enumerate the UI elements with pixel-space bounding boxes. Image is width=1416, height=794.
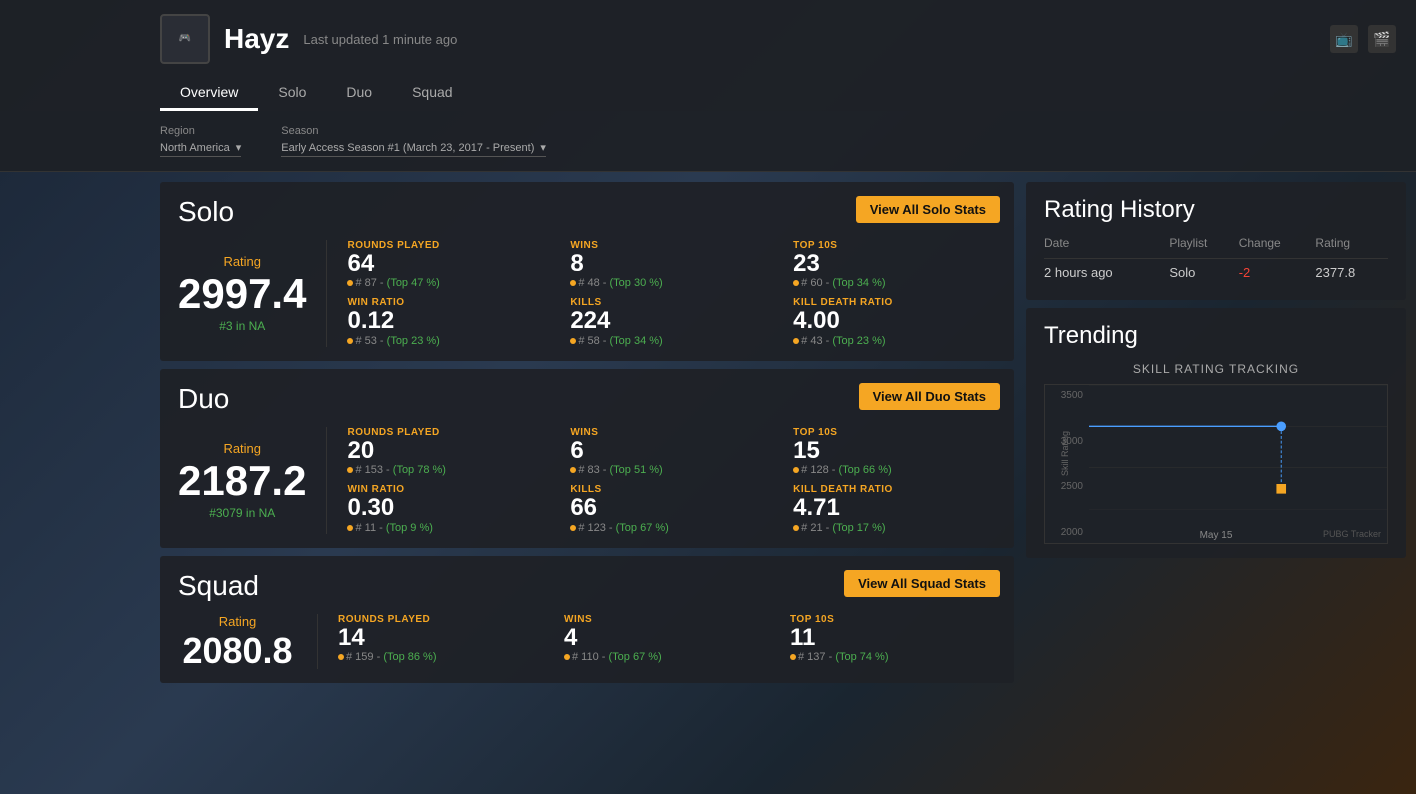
rating-history-panel: Rating History Date Playlist Change Rati… — [1026, 182, 1406, 300]
squad-stat-top10: TOP 10S 11 # 137 - (Top 74 %) — [790, 614, 996, 669]
filters-bar: Region North America ▾ Season Early Acce… — [0, 111, 1416, 172]
header-top: 🎮 Hayz Last updated 1 minute ago 📺 🎬 — [160, 14, 1396, 64]
username: Hayz — [224, 23, 289, 55]
chart-title: SKILL RATING TRACKING — [1044, 362, 1388, 376]
last-updated: Last updated 1 minute ago — [303, 32, 457, 47]
chart-svg — [1089, 385, 1387, 510]
solo-rating-block: Rating 2997.4 #3 in NA — [178, 240, 327, 347]
right-panel: Rating History Date Playlist Change Rati… — [1026, 182, 1406, 784]
season-value: Early Access Season #1 (March 23, 2017 -… — [281, 142, 534, 154]
duo-stat-rounds: ROUNDS PLAYED 20 # 153 - (Top 78 %) — [347, 427, 550, 476]
header-icons: 📺 🎬 — [1330, 25, 1396, 53]
avatar: 🎮 — [160, 14, 210, 64]
duo-rating-label: Rating — [223, 441, 261, 456]
tab-duo[interactable]: Duo — [326, 76, 392, 111]
squad-rating-block: Rating 2080.8 — [178, 614, 318, 669]
squad-rating-value: 2080.8 — [182, 633, 292, 669]
solo-rating-label: Rating — [223, 254, 261, 269]
header: 🎮 Hayz Last updated 1 minute ago 📺 🎬 Ove… — [0, 0, 1416, 111]
solo-stat-top10: TOP 10S 23 # 60 - (Top 34 %) — [793, 240, 996, 289]
duo-stat-wins: WINS 6 # 83 - (Top 51 %) — [570, 427, 773, 476]
twitch-icon[interactable]: 📺 — [1330, 25, 1358, 53]
solo-stat-kills: KILLS 224 # 58 - (Top 34 %) — [570, 297, 773, 346]
season-select[interactable]: Early Access Season #1 (March 23, 2017 -… — [281, 141, 546, 157]
squad-stats-pairs: ROUNDS PLAYED 14 # 159 - (Top 86 %) WINS… — [338, 614, 996, 669]
duo-rating-rank: #3079 in NA — [209, 506, 275, 520]
col-rating: Rating — [1315, 236, 1388, 259]
rating-history-table: Date Playlist Change Rating 2 hours ago … — [1044, 236, 1388, 286]
chart-x-label: May 15 — [1200, 530, 1233, 541]
solo-stat-winratio: WIN RATIO 0.12 # 53 - (Top 23 %) — [347, 297, 550, 346]
squad-stats-grid: Rating 2080.8 ROUNDS PLAYED 14 # 159 - (… — [178, 614, 996, 669]
y-axis-label-wrap: Skill Rating — [1055, 385, 1075, 523]
solo-stat-wins: WINS 8 # 48 - (Top 30 %) — [570, 240, 773, 289]
duo-rating-value: 2187.2 — [178, 460, 306, 502]
duo-stats-grid: Rating 2187.2 #3079 in NA ROUNDS PLAYED … — [178, 427, 996, 534]
duo-rating-block: Rating 2187.2 #3079 in NA — [178, 427, 327, 534]
tab-squad[interactable]: Squad — [392, 76, 472, 111]
solo-stats-pairs: ROUNDS PLAYED 64 # 87 - (Top 47 %) WINS … — [347, 240, 996, 347]
region-chevron: ▾ — [236, 141, 242, 154]
y-label-2000: 2000 — [1061, 527, 1083, 538]
history-change: -2 — [1239, 259, 1316, 287]
duo-stat-top10: TOP 10S 15 # 128 - (Top 66 %) — [793, 427, 996, 476]
tab-overview[interactable]: Overview — [160, 76, 258, 111]
history-rating: 2377.8 — [1315, 259, 1388, 287]
content-wrapper: 🎮 Hayz Last updated 1 minute ago 📺 🎬 Ove… — [0, 0, 1416, 794]
main-layout: Solo View All Solo Stats Rating 2997.4 #… — [0, 172, 1416, 794]
solo-stat-kdr: KILL DEATH RATIO 4.00 # 43 - (Top 23 %) — [793, 297, 996, 346]
duo-stat-kdr: KILL DEATH RATIO 4.71 # 21 - (Top 17 %) — [793, 484, 996, 533]
avatar-image: 🎮 — [179, 33, 191, 45]
col-playlist: Playlist — [1169, 236, 1238, 259]
season-label: Season — [281, 125, 546, 137]
col-date: Date — [1044, 236, 1169, 259]
history-playlist: Solo — [1169, 259, 1238, 287]
chart-watermark: PUBG Tracker — [1323, 529, 1381, 539]
duo-stat-kills: KILLS 66 # 123 - (Top 67 %) — [570, 484, 773, 533]
region-label: Region — [160, 125, 241, 137]
history-date: 2 hours ago — [1044, 259, 1169, 287]
solo-stat-rounds: ROUNDS PLAYED 64 # 87 - (Top 47 %) — [347, 240, 550, 289]
squad-stat-rounds: ROUNDS PLAYED 14 # 159 - (Top 86 %) — [338, 614, 544, 669]
stats-column: Solo View All Solo Stats Rating 2997.4 #… — [160, 182, 1014, 784]
trending-title: Trending — [1044, 322, 1388, 350]
squad-rating-label: Rating — [219, 614, 257, 629]
solo-rating-rank: #3 in NA — [219, 319, 265, 333]
duo-stats-pairs: ROUNDS PLAYED 20 # 153 - (Top 78 %) WINS… — [347, 427, 996, 534]
squad-stat-wins: WINS 4 # 110 - (Top 67 %) — [564, 614, 770, 669]
skill-rating-label: Skill Rating — [1060, 431, 1070, 476]
stream-icon[interactable]: 🎬 — [1368, 25, 1396, 53]
duo-section: Duo View All Duo Stats Rating 2187.2 #30… — [160, 369, 1014, 548]
squad-section: Squad View All Squad Stats Rating 2080.8… — [160, 556, 1014, 683]
rating-history-title: Rating History — [1044, 196, 1388, 224]
season-chevron: ▾ — [540, 141, 546, 154]
solo-section: Solo View All Solo Stats Rating 2997.4 #… — [160, 182, 1014, 361]
solo-rating-value: 2997.4 — [178, 273, 306, 315]
tab-solo[interactable]: Solo — [258, 76, 326, 111]
region-filter: Region North America ▾ — [160, 125, 241, 157]
nav-tabs: Overview Solo Duo Squad — [160, 76, 1396, 111]
view-all-solo-button[interactable]: View All Solo Stats — [856, 196, 1000, 223]
trending-panel: Trending SKILL RATING TRACKING 3500 3000… — [1026, 308, 1406, 558]
duo-stat-winratio: WIN RATIO 0.30 # 11 - (Top 9 %) — [347, 484, 550, 533]
chart-area: 3500 3000 2500 2000 Skill Rating — [1044, 384, 1388, 544]
solo-stats-grid: Rating 2997.4 #3 in NA ROUNDS PLAYED 64 … — [178, 240, 996, 347]
col-change: Change — [1239, 236, 1316, 259]
season-filter: Season Early Access Season #1 (March 23,… — [281, 125, 546, 157]
region-select[interactable]: North America ▾ — [160, 141, 241, 157]
view-all-duo-button[interactable]: View All Duo Stats — [859, 383, 1000, 410]
view-all-squad-button[interactable]: View All Squad Stats — [844, 570, 1000, 597]
region-value: North America — [160, 142, 230, 154]
history-row: 2 hours ago Solo -2 2377.8 — [1044, 259, 1388, 287]
